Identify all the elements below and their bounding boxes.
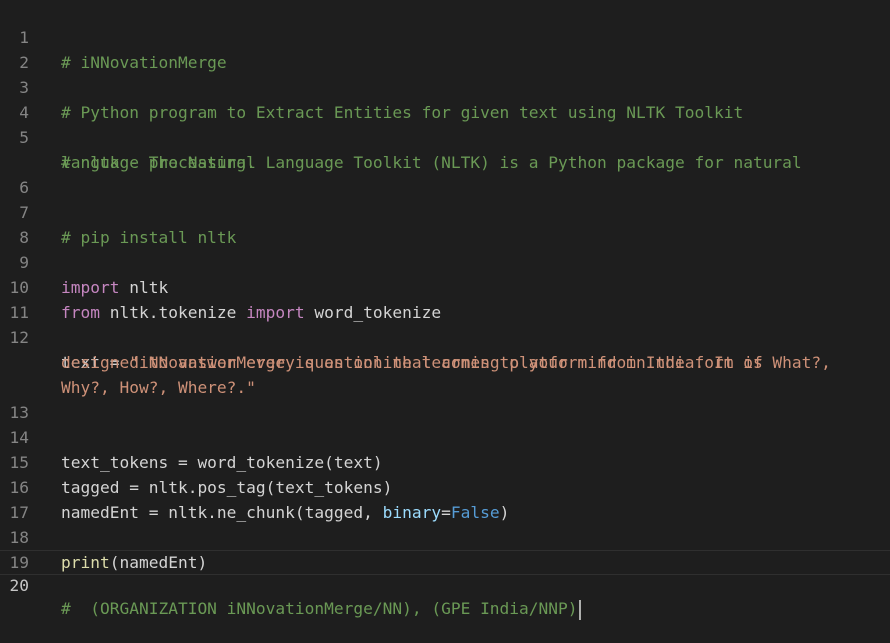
code-content: # (ORGANIZATION iNNovationMerge/NN), (GP… xyxy=(61,597,581,620)
code-line[interactable]: 18 print(namedEnt) xyxy=(0,500,890,572)
code-line[interactable]: 13 xyxy=(0,375,890,422)
code-line[interactable]: 8 xyxy=(0,200,890,247)
code-line[interactable]: 12 text = "iNNovationMerge is an online … xyxy=(0,300,890,372)
line-number: 20 xyxy=(9,576,30,595)
comment-text: # (ORGANIZATION iNNovationMerge/NN), (GP… xyxy=(61,599,578,618)
code-line[interactable]: 3 # Python program to Extract Entities f… xyxy=(0,50,890,122)
code-line-wrap[interactable]: language processing. xyxy=(0,125,890,172)
code-editor[interactable]: 1 # iNNovationMerge 2 3 # Python program… xyxy=(0,0,890,621)
code-line[interactable]: 4 xyxy=(0,75,890,122)
code-line-wrap[interactable]: designed to answer every question that c… xyxy=(0,325,890,372)
code-line[interactable]: 5 # nltk - The Natural Language Toolkit … xyxy=(0,100,890,172)
code-line[interactable]: 17 xyxy=(0,475,890,522)
code-line[interactable]: 10 from nltk.tokenize import word_tokeni… xyxy=(0,250,890,322)
code-line[interactable]: 6 xyxy=(0,150,890,197)
code-line[interactable]: 14 text_tokens = word_tokenize(text) xyxy=(0,400,890,472)
code-line[interactable]: 9 import nltk xyxy=(0,225,890,297)
code-line[interactable]: 15 tagged = nltk.pos_tag(text_tokens) xyxy=(0,425,890,497)
code-line[interactable]: 2 xyxy=(0,25,890,72)
code-line[interactable]: 11 xyxy=(0,275,890,322)
code-line[interactable]: 16 namedEnt = nltk.ne_chunk(tagged, bina… xyxy=(0,450,890,522)
code-line[interactable]: 19 xyxy=(0,525,890,572)
code-line-wrap[interactable]: Why?, How?, Where?." xyxy=(0,350,890,397)
current-code-line[interactable]: 20 # (ORGANIZATION iNNovationMerge/NN), … xyxy=(0,550,890,620)
text-cursor xyxy=(578,599,581,620)
code-line[interactable]: 1 # iNNovationMerge xyxy=(0,0,890,72)
code-line[interactable]: 7 # pip install nltk xyxy=(0,175,890,247)
